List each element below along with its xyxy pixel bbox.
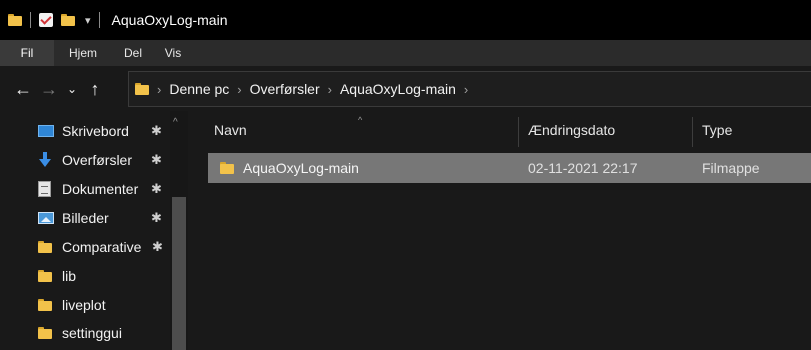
sidebar-item-label: liveplot: [62, 297, 106, 313]
folder-icon: [135, 83, 149, 95]
new-folder-icon[interactable]: [61, 14, 75, 26]
tab-home[interactable]: Hjem: [54, 40, 112, 66]
pin-icon[interactable]: ✱: [151, 146, 162, 174]
properties-icon[interactable]: [39, 13, 53, 27]
download-icon: [38, 152, 52, 168]
folder-icon: [38, 327, 52, 339]
pin-icon[interactable]: ✱: [151, 204, 162, 232]
address-bar[interactable]: › Denne pc › Overførsler › AquaOxyLog-ma…: [128, 71, 811, 107]
file-explorer-window: ▾ AquaOxyLog-main Fil Hjem Del Vis ← → ⌄…: [0, 0, 811, 350]
sidebar-item-label: Comparative: [62, 239, 142, 255]
up-arrow-icon[interactable]: ↑: [82, 80, 108, 98]
scrollbar-thumb[interactable]: [172, 197, 186, 350]
column-divider[interactable]: [692, 117, 693, 147]
toolbar-divider: [30, 12, 31, 28]
navigation-pane: Skrivebord ✱ Overførsler ✱ Dokumenter ✱ …: [0, 111, 188, 350]
toolbar-divider: [98, 12, 100, 28]
file-list-pane: ^ Navn Ændringsdato Type AquaOxyLog-main…: [188, 111, 811, 350]
folder-icon: [38, 241, 52, 253]
column-header-date-modified[interactable]: Ændringsdato: [528, 111, 615, 149]
title-bar: ▾ AquaOxyLog-main: [0, 0, 811, 40]
breadcrumb-downloads[interactable]: Overførsler: [250, 81, 320, 97]
recent-locations-chevron-icon[interactable]: ⌄: [62, 83, 82, 95]
tab-view[interactable]: Vis: [158, 40, 188, 66]
breadcrumb-separator[interactable]: ›: [237, 82, 241, 97]
sidebar-item-settinggui[interactable]: settinggui: [38, 319, 178, 347]
pin-icon[interactable]: ✱: [152, 233, 163, 261]
sidebar-item-label: lib: [62, 268, 77, 284]
pictures-icon: [38, 212, 54, 224]
sort-ascending-icon: ^: [358, 115, 363, 125]
quick-access-toolbar: ▾: [0, 0, 108, 40]
folder-icon: [220, 162, 234, 174]
customize-toolbar-dropdown-icon[interactable]: ▾: [85, 14, 91, 27]
sidebar-item-label: settinggui: [62, 325, 122, 341]
tab-share[interactable]: Del: [118, 40, 148, 66]
back-arrow-icon[interactable]: ←: [10, 80, 36, 98]
scroll-up-icon[interactable]: ^: [173, 117, 178, 128]
tab-file[interactable]: Fil: [0, 40, 54, 66]
breadcrumb-this-pc[interactable]: Denne pc: [169, 81, 229, 97]
type-cell: Filmappe: [702, 160, 760, 176]
desktop-icon: [38, 125, 54, 137]
pin-icon[interactable]: ✱: [151, 175, 162, 203]
sidebar-item-label: Skrivebord: [62, 123, 129, 139]
folder-icon: [8, 14, 22, 26]
sidebar-item-liveplot[interactable]: liveplot: [38, 291, 178, 319]
folder-icon: [38, 270, 52, 282]
column-header-name[interactable]: Navn: [214, 111, 247, 149]
forward-arrow-icon[interactable]: →: [36, 80, 62, 98]
window-title: AquaOxyLog-main: [111, 12, 228, 28]
breadcrumb-current-folder[interactable]: AquaOxyLog-main: [340, 81, 456, 97]
column-divider[interactable]: [518, 117, 519, 147]
breadcrumb-separator[interactable]: ›: [464, 82, 468, 97]
breadcrumb-separator[interactable]: ›: [328, 82, 332, 97]
date-modified-cell: 02-11-2021 22:17: [528, 160, 638, 176]
folder-icon: [38, 299, 52, 311]
navigation-pane-scrollbar[interactable]: ^: [170, 111, 188, 350]
sidebar-item-label: Billeder: [62, 210, 109, 226]
ribbon-tabs: Fil Hjem Del Vis: [0, 40, 811, 66]
navigation-bar: ← → ⌄ ↑ › Denne pc › Overførsler › AquaO…: [0, 66, 811, 111]
sidebar-item-lib[interactable]: lib: [38, 262, 178, 290]
documents-icon: [38, 181, 51, 197]
row-name-cell: AquaOxyLog-main: [220, 153, 359, 183]
table-row[interactable]: AquaOxyLog-main 02-11-2021 22:17 Filmapp…: [208, 153, 811, 183]
breadcrumb-separator: ›: [157, 81, 162, 97]
sidebar-item-label: Overførsler: [62, 152, 132, 168]
file-name: AquaOxyLog-main: [243, 160, 359, 176]
sidebar-item-label: Dokumenter: [62, 181, 139, 197]
column-header-type[interactable]: Type: [702, 111, 732, 149]
pin-icon[interactable]: ✱: [151, 117, 162, 145]
